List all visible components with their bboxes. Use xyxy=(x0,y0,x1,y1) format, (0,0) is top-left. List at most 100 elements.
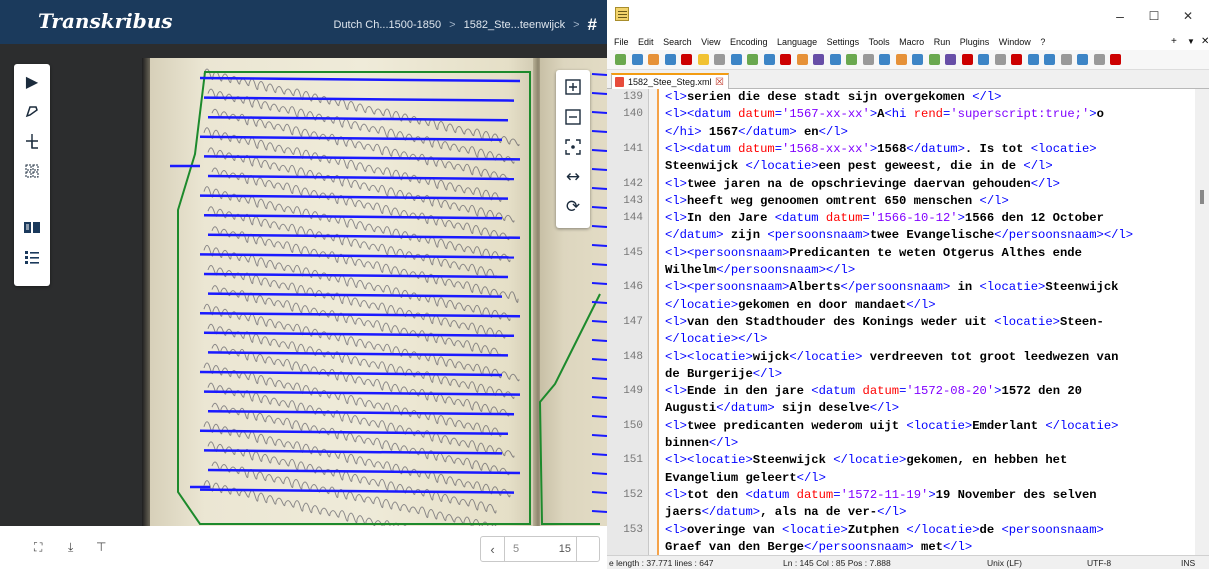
status-insert-mode: INS xyxy=(1181,558,1196,568)
fit-screen-icon[interactable] xyxy=(556,132,590,162)
menu-plugins[interactable]: Plugins xyxy=(960,34,990,50)
vertical-scrollbar[interactable] xyxy=(1195,89,1209,555)
editor-area[interactable]: 139 <l>serien die dese stadt sijn overgek… xyxy=(607,89,1209,555)
pen-icon[interactable] xyxy=(14,98,50,124)
minimize-button[interactable]: – xyxy=(1105,8,1135,24)
menu-help[interactable]: ? xyxy=(1040,34,1045,50)
close-tab-icon[interactable]: ☒ xyxy=(715,75,724,90)
toolbar-button[interactable] xyxy=(730,54,742,65)
toolbar-button[interactable] xyxy=(879,54,890,65)
toolbar-button[interactable] xyxy=(714,54,725,65)
right-page-baseline xyxy=(591,434,607,437)
new-tab-icon[interactable]: + xyxy=(1171,34,1177,50)
toolbar-button[interactable] xyxy=(912,54,923,65)
line-number: 146 xyxy=(623,281,643,294)
menu-run[interactable]: Run xyxy=(934,34,951,50)
breadcrumb-page[interactable]: # xyxy=(588,15,597,34)
menu-macro[interactable]: Macro xyxy=(899,34,924,50)
title-bar: – ☐ ✕ xyxy=(607,0,1209,34)
toolbar-button[interactable] xyxy=(862,54,874,65)
breadcrumb: Dutch Ch...1500-1850 >1582_Ste...teenwijc… xyxy=(333,15,598,34)
toolbar-button[interactable] xyxy=(747,54,758,65)
line-code: Evangelium geleert</l> xyxy=(665,470,826,485)
zoom-out-icon[interactable] xyxy=(556,102,590,132)
toolbar-button[interactable] xyxy=(829,54,841,65)
toolbar-button[interactable] xyxy=(1093,54,1105,65)
line-number: 152 xyxy=(623,488,643,501)
menu-window[interactable]: Window xyxy=(999,34,1031,50)
menu-language[interactable]: Language xyxy=(777,34,817,50)
right-page-baseline xyxy=(591,510,607,513)
toolbar-button[interactable] xyxy=(780,54,791,65)
toolbar-button[interactable] xyxy=(697,54,709,65)
tab-1582-stee-steg[interactable]: 1582_Stee_Steg.xml ☒ xyxy=(611,73,729,89)
text-line-baseline xyxy=(199,76,521,83)
line-number: 140 xyxy=(623,108,643,121)
tab-list-icon[interactable]: ▼ xyxy=(1187,34,1195,50)
toolbar-button[interactable] xyxy=(1110,54,1121,65)
menu-tools[interactable]: Tools xyxy=(869,34,890,50)
text-line-baseline xyxy=(207,233,521,240)
menu-edit[interactable]: Edit xyxy=(638,34,654,50)
list-icon[interactable] xyxy=(14,244,50,270)
toolbar-button[interactable] xyxy=(1060,54,1072,65)
book-icon[interactable] xyxy=(14,214,50,240)
close-doc-icon[interactable]: ✕ xyxy=(1201,34,1209,50)
menu-encoding[interactable]: Encoding xyxy=(730,34,768,50)
fullscreen-icon[interactable]: ⛶ xyxy=(34,540,42,555)
document-image-viewer[interactable]: ▶ ↔ ⟳ xyxy=(0,44,607,526)
toolbar-button[interactable] xyxy=(928,54,940,65)
toolbar-button[interactable] xyxy=(1011,54,1022,65)
toolbar-button[interactable] xyxy=(763,54,775,65)
toolbar-button[interactable] xyxy=(895,54,907,65)
toolbar-button[interactable] xyxy=(813,54,824,65)
rotate-icon[interactable]: ⟳ xyxy=(556,192,590,222)
zoom-in-icon[interactable] xyxy=(556,72,590,102)
status-length: e length : 37.771 lines : 647 xyxy=(609,558,714,568)
close-button[interactable]: ✕ xyxy=(1173,9,1203,23)
toolbar-button[interactable] xyxy=(1027,54,1039,65)
menu-file[interactable]: File xyxy=(614,34,629,50)
menu-settings[interactable]: Settings xyxy=(827,34,860,50)
text-format-icon[interactable]: ⊤ xyxy=(96,540,106,554)
split-line-icon[interactable] xyxy=(14,128,50,154)
toolbar-button[interactable] xyxy=(1044,54,1055,65)
toolbar-button[interactable] xyxy=(615,54,626,65)
right-page-baseline xyxy=(591,92,607,95)
maximize-button[interactable]: ☐ xyxy=(1139,9,1169,23)
line-code: <l>twee predicanten wederom uijt <locati… xyxy=(665,418,1119,433)
breadcrumb-collection[interactable]: Dutch Ch...1500-1850 xyxy=(334,19,442,31)
toolbar-button[interactable] xyxy=(945,54,956,65)
pager-divider xyxy=(576,537,577,561)
previous-page-button[interactable]: ‹ xyxy=(481,537,505,561)
notepadpp-app-icon xyxy=(615,7,629,21)
line-code: Graef van den Berge</persoonsnaam> met</… xyxy=(665,539,973,554)
toolbar-button[interactable] xyxy=(846,54,857,65)
toolbar-button[interactable] xyxy=(664,54,676,65)
page-number-input[interactable]: 5 xyxy=(513,543,519,555)
text-line-baseline xyxy=(199,194,509,200)
toolbar-button[interactable] xyxy=(961,54,973,65)
toolbar-button[interactable] xyxy=(1077,54,1088,65)
scrollbar-thumb[interactable] xyxy=(1200,190,1204,204)
toolbar-button[interactable] xyxy=(681,54,692,65)
line-code: jaers</datum>, als na de ver-</l> xyxy=(665,505,907,520)
toolbar-button[interactable] xyxy=(648,54,659,65)
menu-view[interactable]: View xyxy=(701,34,720,50)
line-code: <l>twee jaren na de opschrievinge daerva… xyxy=(665,176,1060,191)
pointer-icon[interactable]: ▶ xyxy=(14,68,50,94)
menu-bar: File Edit Search View Encoding Language … xyxy=(607,34,1209,50)
toolbar-button[interactable] xyxy=(796,54,808,65)
fit-width-icon[interactable]: ↔ xyxy=(556,162,590,192)
breadcrumb-document[interactable]: 1582_Ste...teenwijck xyxy=(464,19,566,31)
toolbar-button[interactable] xyxy=(631,54,643,65)
right-page-baseline xyxy=(591,339,607,342)
tab-bar: 1582_Stee_Steg.xml ☒ xyxy=(607,71,1209,89)
toolbar-button[interactable] xyxy=(978,54,989,65)
line-code: <l>Ende in den jare <datum datum='1572-0… xyxy=(665,384,1082,399)
menu-search[interactable]: Search xyxy=(663,34,692,50)
layout-grid-icon[interactable] xyxy=(14,158,50,184)
toolbar-button[interactable] xyxy=(994,54,1006,65)
transkribus-logo[interactable]: Transkribus xyxy=(38,9,173,33)
download-icon[interactable]: ⤓ xyxy=(68,540,73,555)
